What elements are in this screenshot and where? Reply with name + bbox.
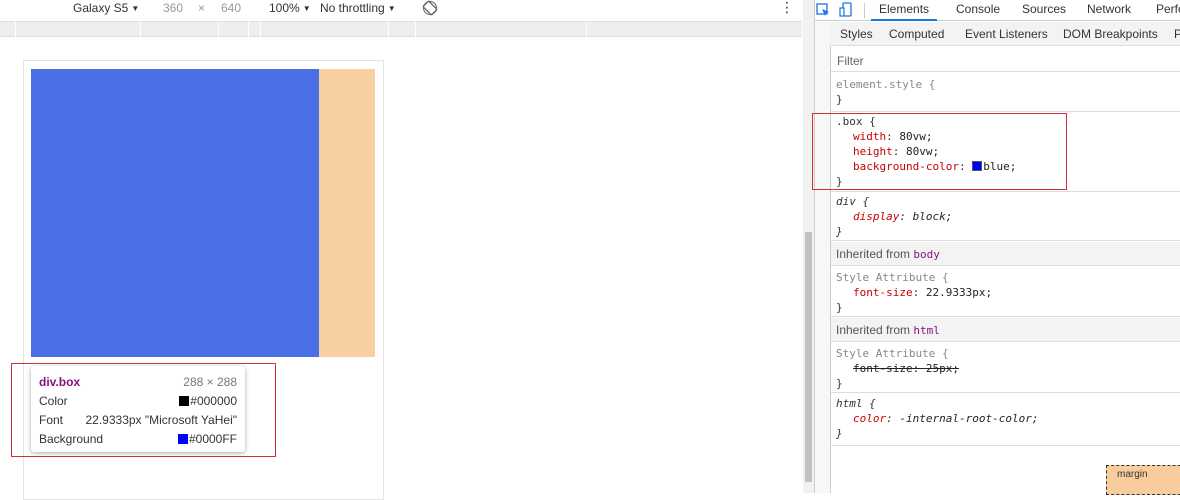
declaration: display: block; <box>853 210 953 223</box>
property-value: block; <box>912 210 953 223</box>
rule-close: } <box>836 427 843 440</box>
rule-close: } <box>836 93 843 106</box>
inherited-tag-link[interactable]: html <box>913 324 940 337</box>
styles-subtab-bar: Styles Computed Event Listeners DOM Brea… <box>830 22 1180 46</box>
inherited-label: Inherited from <box>836 247 911 261</box>
elements-scrollbar[interactable] <box>815 22 830 493</box>
rule-div-useragent: div { display: block; } <box>831 193 1180 241</box>
throttling-value: No throttling <box>320 1 385 15</box>
box-model-margin-label: margin <box>1117 469 1148 480</box>
property-name: font-size <box>853 362 913 375</box>
rule-selector[interactable]: element.style { <box>836 77 1180 92</box>
rule-element-style: element.style { } <box>831 76 1180 112</box>
tab-sources[interactable]: Sources <box>1022 0 1066 21</box>
inspect-element-icon[interactable] <box>815 2 831 18</box>
inherited-tag-link[interactable]: body <box>913 248 940 261</box>
property-value: -internal-root-color; <box>899 412 1039 425</box>
dimension-separator: × <box>198 1 206 15</box>
inherited-from-html-header: Inherited from html <box>831 318 1180 342</box>
scrollbar-thumb[interactable] <box>805 232 812 482</box>
rule-html-style-attribute: Style Attribute { font-size: 25px; } <box>831 343 1180 393</box>
subtab-event-listeners[interactable]: Event Listeners <box>965 27 1048 41</box>
tab-elements[interactable]: Elements <box>871 0 938 21</box>
property-value: 22.9333px; <box>925 286 993 299</box>
declaration: color: -internal-root-color; <box>853 412 1039 425</box>
device-toggle-icon[interactable] <box>839 2 855 18</box>
styles-filter-input[interactable]: Filter <box>831 50 1180 72</box>
subtab-computed[interactable]: Computed <box>889 27 944 41</box>
annotation-outline-box-rule <box>812 113 1067 190</box>
subtab-styles[interactable]: Styles <box>840 27 873 41</box>
device-toolbar: Galaxy S5 ▼ 360 × 640 100% ▼ No throttli… <box>0 0 802 21</box>
box-model-diagram: margin – <box>1106 465 1180 495</box>
more-options-icon[interactable]: ⋮ <box>780 0 794 16</box>
subtab-dom-breakpoints[interactable]: DOM Breakpoints <box>1063 27 1158 41</box>
zoom-value: 100% <box>269 1 300 15</box>
property-name: display <box>853 210 900 223</box>
rule-close: } <box>836 377 843 390</box>
pane-scrollbar[interactable] <box>803 0 814 493</box>
rule-body-style-attribute: Style Attribute { font-size: 22.9333px; … <box>831 267 1180 317</box>
device-select[interactable]: Galaxy S5 ▼ <box>73 1 139 15</box>
property-name: font-size <box>853 286 913 299</box>
rule-close: } <box>836 301 843 314</box>
tab-network[interactable]: Network <box>1087 0 1131 21</box>
viewport-width-input[interactable]: 360 <box>163 1 183 15</box>
rotate-icon[interactable] <box>422 0 438 16</box>
overridden-declaration[interactable]: font-size: 25px; <box>836 361 1180 376</box>
tab-performance[interactable]: Perfo <box>1156 0 1180 21</box>
property-value: 25px; <box>925 362 959 375</box>
media-query-ruler <box>0 21 802 38</box>
rule-selector: div { <box>836 195 870 208</box>
inherited-from-body-header: Inherited from body <box>831 242 1180 266</box>
dropdown-arrow-icon: ▼ <box>302 3 311 13</box>
devtools-tab-bar: Elements Console Sources Network Perfo <box>815 0 1180 21</box>
devtools-panel: Elements Console Sources Network Perfo S… <box>814 0 1180 495</box>
zoom-select[interactable]: 100% ▼ <box>269 1 311 15</box>
highlighted-div-box[interactable] <box>31 69 319 357</box>
rule-selector: Style Attribute { <box>836 347 949 360</box>
rule-html-useragent: html { color: -internal-root-color; } <box>831 394 1180 442</box>
throttling-select[interactable]: No throttling ▼ <box>320 1 396 15</box>
dropdown-arrow-icon: ▼ <box>131 3 140 13</box>
dropdown-arrow-icon: ▼ <box>387 3 396 13</box>
subtab-properties[interactable]: P <box>1174 27 1180 41</box>
annotation-outline-tooltip <box>11 363 276 457</box>
rule-close: } <box>836 225 843 238</box>
property-name: color <box>853 412 887 425</box>
rule-selector: html { <box>836 397 876 410</box>
inherited-label: Inherited from <box>836 323 911 337</box>
rule-selector: Style Attribute { <box>836 271 949 284</box>
device-emulation-pane: Galaxy S5 ▼ 360 × 640 100% ▼ No throttli… <box>0 0 802 500</box>
tab-console[interactable]: Console <box>956 0 1000 21</box>
declaration[interactable]: font-size: 22.9333px; <box>836 285 1180 300</box>
device-name: Galaxy S5 <box>73 1 129 15</box>
viewport-height-input[interactable]: 640 <box>221 1 241 15</box>
